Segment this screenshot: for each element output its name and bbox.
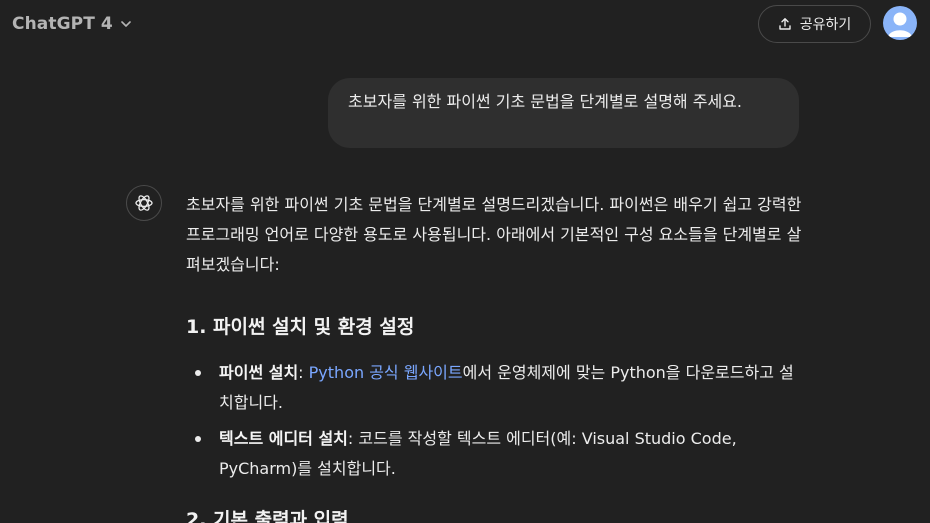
bullet-icon <box>195 370 201 376</box>
section-list: 파이썬 설치: Python 공식 웹사이트에서 운영체제에 맞는 Python… <box>186 358 806 484</box>
share-button[interactable]: 공유하기 <box>758 5 871 43</box>
model-selector[interactable]: ChatGPT 4 <box>12 11 133 37</box>
item-label: 파이썬 설치 <box>219 363 299 382</box>
upload-icon <box>778 17 792 31</box>
user-avatar-icon[interactable] <box>883 6 917 40</box>
top-bar: ChatGPT 4 공유하기 <box>0 0 930 48</box>
item-label: 텍스트 에디터 설치 <box>219 429 348 448</box>
section-heading: 1. 파이썬 설치 및 환경 설정 <box>186 316 415 338</box>
answer-intro: 초보자를 위한 파이썬 기초 문법을 단계별로 설명드리겠습니다. 파이썬은 배… <box>186 195 802 274</box>
bullet-icon <box>195 436 201 442</box>
list-item: 파이썬 설치: Python 공식 웹사이트에서 운영체제에 맞는 Python… <box>186 358 806 418</box>
list-item: 텍스트 에디터 설치: 코드를 작성할 텍스트 에디터(예: Visual St… <box>186 424 806 484</box>
model-name: ChatGPT 4 <box>12 14 113 34</box>
chevron-down-icon <box>119 17 133 31</box>
openai-logo-icon <box>126 185 162 221</box>
share-label: 공유하기 <box>799 17 852 33</box>
user-message: 초보자를 위한 파이썬 기초 문법을 단계별로 설명해 주세요. <box>328 78 799 148</box>
item-colon: : <box>298 363 309 382</box>
section-heading: 2. 기본 출력과 입력 <box>186 509 349 523</box>
python-website-link[interactable]: Python 공식 웹사이트 <box>309 363 463 382</box>
assistant-message: 초보자를 위한 파이썬 기초 문법을 단계별로 설명드리겠습니다. 파이썬은 배… <box>186 190 806 523</box>
